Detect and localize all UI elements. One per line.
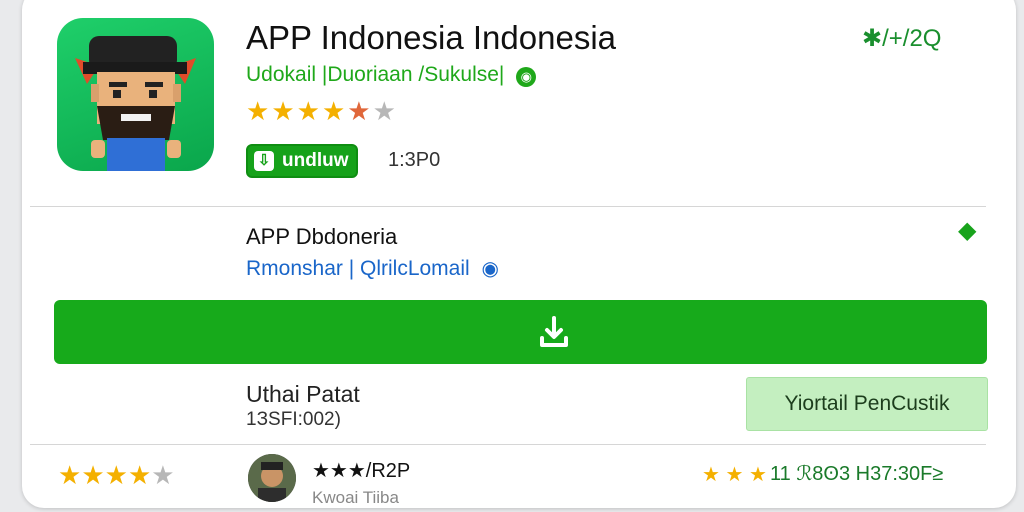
half-star-icon: ★ — [347, 96, 373, 126]
star-icon: ★ — [127, 460, 152, 490]
app-card: APP Indonesia Indonesia Udokail |Duoriaa… — [22, 0, 1016, 508]
character-icon — [75, 36, 196, 171]
star-icon: ★ — [104, 460, 128, 490]
globe-icon: ◉ — [516, 67, 537, 87]
star-icon: ★ — [81, 460, 105, 490]
mini-stars: ★ ★ ★ — [702, 464, 767, 486]
download-button[interactable] — [54, 300, 987, 364]
download-icon — [540, 316, 568, 347]
divider — [30, 206, 986, 207]
install-button[interactable]: Yiortail PenCustik — [746, 377, 988, 431]
app-title: APP Indonesia Indonesia — [246, 19, 617, 56]
developer-tags-text: Rmonshar | QlrilcLomail — [246, 257, 470, 280]
top-action-icons[interactable]: ✱/+/2Q — [862, 24, 941, 53]
star-empty-icon: ★ — [151, 460, 175, 490]
review-stats[interactable]: 11 ℛ8ʘ3 H37:30F≥ — [770, 461, 943, 486]
star-empty-icon: ★ — [372, 96, 398, 126]
reviewer-subtitle: Kwoai Tiiba — [312, 488, 399, 507]
app-subtitle-text: Udokail |Duoriaan /Sukulse| — [246, 63, 505, 86]
badge-icon: ⇩ — [254, 151, 274, 171]
star-icon: ★ — [296, 96, 322, 126]
app-rating-stars: ★★★★★★ — [246, 96, 398, 127]
update-title: Uthai Patat — [246, 381, 360, 407]
diamond-icon[interactable]: ◆ — [958, 216, 976, 245]
star-icon: ★ — [321, 96, 348, 126]
avatar-face-icon — [248, 454, 296, 502]
star-icon: ★ — [271, 96, 297, 126]
divider — [30, 444, 986, 445]
reviewer-name: ★★★/R2P — [312, 460, 411, 482]
star-icon: ★ — [58, 460, 82, 490]
badge-count: 1:3P0 — [388, 149, 441, 171]
developer-tags[interactable]: Rmonshar | QlrilcLomail ◉ — [246, 256, 499, 281]
badge-label: undluw — [282, 150, 349, 171]
developer-name: APP Dbdoneria — [246, 224, 398, 249]
app-icon[interactable] — [57, 18, 214, 171]
install-badge[interactable]: ⇩ undluw — [246, 144, 359, 178]
star-icon: ★ — [246, 96, 272, 126]
avatar[interactable] — [248, 454, 296, 502]
update-date: 1ЗSFI:002) — [246, 409, 341, 430]
globe-icon: ◉ — [481, 258, 499, 280]
app-subtitle[interactable]: Udokail |Duoriaan /Sukulse| ◉ — [246, 63, 537, 87]
review-rating-stars: ★★★★★ — [58, 460, 175, 491]
